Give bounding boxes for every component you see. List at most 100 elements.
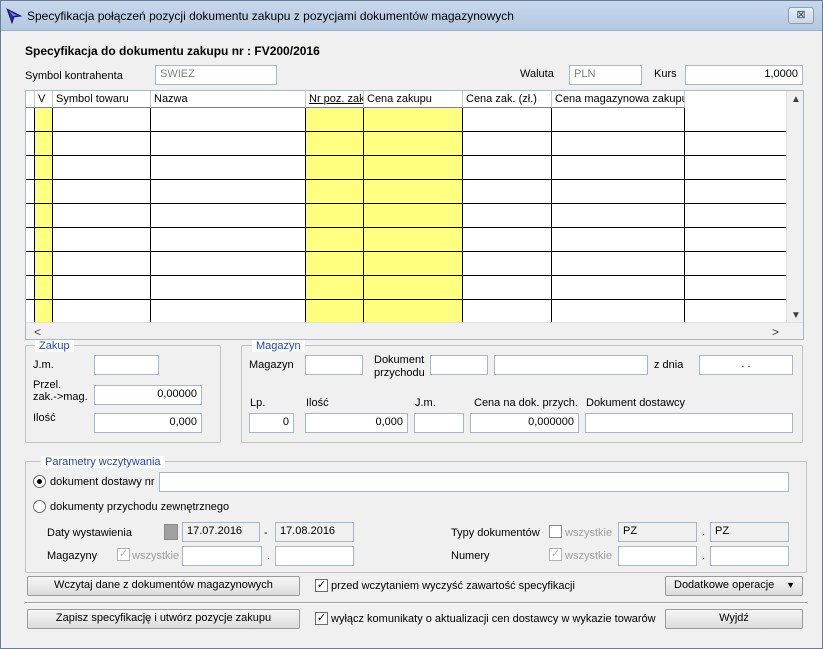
exit-button[interactable]: Wyjdź (665, 609, 803, 629)
contractor-label: Symbol kontrahenta (25, 70, 123, 82)
table-row-divider (26, 251, 788, 252)
scroll-up-icon[interactable]: ▲ (791, 94, 801, 105)
document-type-from-field[interactable]: PZ (618, 522, 697, 542)
radio-external-receipts-label[interactable]: dokumenty przychodu zewnętrznego (50, 501, 229, 513)
magazyn-jm-field[interactable] (414, 413, 464, 433)
delivery-document-number-field[interactable] (159, 472, 789, 492)
table-row-divider (26, 131, 788, 132)
grid-column-price-pln (463, 108, 552, 324)
title-bar: Specyfikacja połączeń pozycji dokumentu … (1, 1, 822, 31)
grid-indicator-column (26, 108, 35, 324)
column-header-price-pln[interactable]: Cena zak. (zł.) (463, 91, 552, 108)
app-arrow-icon (6, 8, 23, 25)
scroll-down-icon[interactable]: ▼ (791, 310, 801, 321)
load-parameters-title: Parametry wczytywania (41, 456, 165, 468)
rate-label: Kurs (654, 68, 677, 80)
magazyn-jm-label: J.m. (415, 397, 436, 409)
magazyn-label: Magazyn (249, 359, 294, 371)
issue-dates-label: Daty wystawienia (47, 527, 132, 539)
document-title: Specyfikacja do dokumentu zakupu nr : FV… (25, 44, 320, 58)
rate-field[interactable]: 1,0000 (685, 65, 803, 85)
number-from-field[interactable] (618, 546, 697, 566)
column-header-purchase-price[interactable]: Cena zakupu (364, 91, 463, 108)
grid-column-pos-no (306, 108, 364, 324)
document-type-to-field[interactable]: PZ (710, 522, 789, 542)
zakup-quantity-field[interactable]: 0,000 (94, 413, 202, 433)
radio-delivery-document-label[interactable]: dokument dostawy nr (50, 476, 155, 488)
column-header-v[interactable]: V (35, 91, 53, 108)
save-specification-button[interactable]: Zapisz specyfikację i utwórz pozycje zak… (27, 609, 300, 629)
lp-field[interactable]: 0 (249, 413, 294, 433)
grid-column-warehouse-price (552, 108, 685, 324)
magazyn-field[interactable] (305, 355, 363, 375)
date-from-field[interactable]: 17.07.2016 (182, 522, 260, 542)
contractor-field[interactable]: SWIEZ (155, 65, 277, 85)
chevron-down-icon: ▼ (786, 580, 795, 590)
warehouses-all-label: wszystkie (132, 550, 180, 562)
receipt-price-label: Cena na dok. przych. (474, 397, 578, 409)
clear-before-load-checkbox[interactable]: ✓ (315, 579, 328, 592)
numbers-all-label: wszystkie (565, 550, 613, 562)
dialog-window: Specyfikacja połączeń pozycji dokumentu … (0, 0, 823, 649)
zakup-quantity-label: Ilość (33, 412, 56, 424)
receipt-doc-number-field[interactable] (494, 355, 648, 375)
from-date-field[interactable]: . . (699, 355, 793, 375)
close-button[interactable]: ⊠ (788, 7, 814, 24)
table-row-divider (26, 275, 788, 276)
receipt-price-field[interactable]: 0,000000 (470, 413, 579, 433)
number-to-field[interactable] (710, 546, 789, 566)
currency-field[interactable]: PLN (569, 65, 642, 85)
grid-vertical-scrollbar[interactable]: ▲ ▼ (786, 91, 803, 324)
grid-column-symbol (53, 108, 151, 324)
window-title: Specyfikacja połączeń pozycji dokumentu … (27, 9, 514, 23)
column-header-warehouse-price[interactable]: Cena magazynowa zakupu (552, 91, 685, 108)
separator-line (25, 602, 807, 604)
zakup-jm-field[interactable] (94, 355, 159, 375)
disable-messages-label: wyłącz komunikaty o aktualizacji cen dos… (331, 613, 656, 625)
radio-selected-dot (37, 479, 42, 484)
additional-operations-dropdown[interactable]: Dodatkowe operacje ▼ (665, 576, 803, 596)
warehouses-all-checkbox[interactable]: ✓ (117, 548, 130, 561)
load-warehouse-data-button[interactable]: Wczytaj dane z dokumentów magazynowych (27, 576, 300, 596)
magazyn-quantity-field[interactable]: 0,000 (305, 413, 408, 433)
radio-delivery-document[interactable] (33, 475, 46, 488)
currency-label: Waluta (520, 68, 554, 80)
warehouse-separator: . (267, 550, 271, 562)
column-header-symbol[interactable]: Symbol towaru (53, 91, 151, 108)
table-row-divider (26, 179, 788, 180)
grid-row-indicator-header (26, 91, 35, 108)
from-date-label: z dnia (654, 359, 684, 371)
disable-messages-checkbox[interactable]: ✓ (315, 612, 328, 625)
clear-before-load-label: przed wczytaniem wyczyść zawartość specy… (331, 580, 575, 592)
receipt-doc-type-field[interactable] (430, 355, 488, 375)
magazyn-quantity-label: Ilość (306, 397, 329, 409)
scroll-right-icon[interactable]: > (772, 325, 779, 339)
numbers-all-checkbox[interactable]: ✓ (549, 548, 562, 561)
lp-label: Lp. (250, 397, 266, 409)
zakup-conversion-field[interactable]: 0,00000 (94, 385, 202, 405)
document-type-separator: . (702, 526, 706, 538)
table-row-divider (26, 299, 788, 300)
table-row-divider (26, 203, 788, 204)
radio-external-receipts[interactable] (33, 500, 46, 513)
column-header-name[interactable]: Nazwa (151, 91, 306, 108)
number-separator: . (702, 550, 706, 562)
column-header-pos-no[interactable]: Nr poz. zak. (306, 91, 364, 108)
warehouse-to-field[interactable] (275, 546, 354, 566)
document-types-all-checkbox[interactable] (549, 525, 562, 538)
scroll-left-icon[interactable]: < (34, 325, 41, 339)
grid-horizontal-scrollbar[interactable]: < > (26, 322, 803, 339)
grid-column-name (151, 108, 306, 324)
zakup-jm-label: J.m. (33, 359, 54, 371)
date-range-separator: - (264, 527, 268, 539)
document-types-all-label: wszystkie (565, 527, 613, 539)
document-types-label: Typy dokumentów (451, 527, 540, 539)
specification-grid[interactable]: V Symbol towaru Nazwa Nr poz. zak. Cena … (25, 90, 804, 340)
zakup-conversion-label: Przel. zak.->mag. (33, 379, 88, 403)
supplier-document-field[interactable] (585, 413, 793, 433)
grid-column-v (35, 108, 53, 324)
additional-operations-label: Dodatkowe operacje (674, 579, 775, 591)
date-range-toggle[interactable] (164, 524, 178, 540)
warehouse-from-field[interactable] (182, 546, 262, 566)
date-to-field[interactable]: 17.08.2016 (275, 522, 354, 542)
